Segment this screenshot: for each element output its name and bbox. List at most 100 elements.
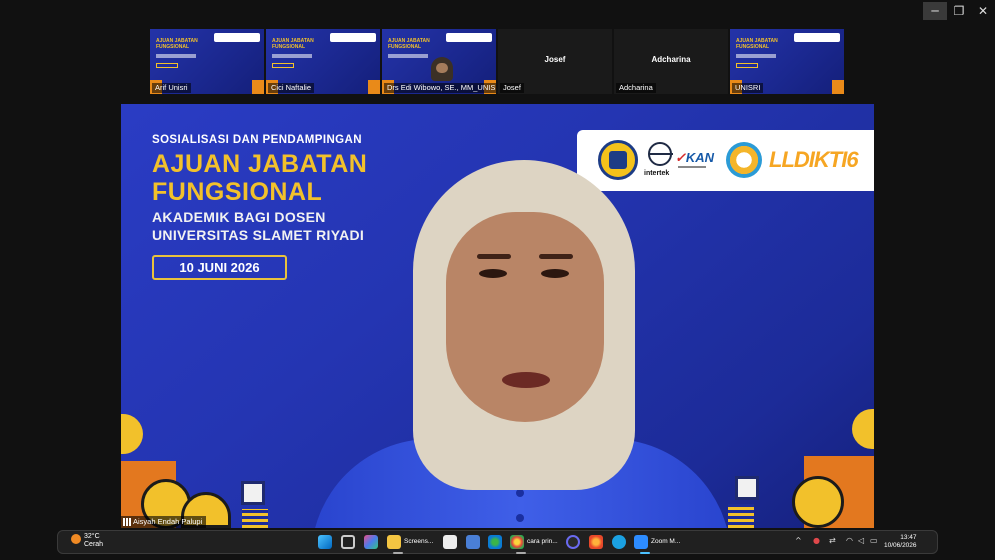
participant-name: UNISRI (732, 83, 764, 93)
slide-thumbnail-date (736, 63, 758, 68)
participant-name: Cici Naftalie (268, 83, 315, 93)
participant-tile[interactable]: AJUAN JABATAN FUNGSIONAL UNISRI (730, 29, 844, 94)
speaker-name-text: Aisyah Endah Palupi (133, 517, 203, 526)
slide-decoration (735, 476, 759, 500)
speaker-face (446, 212, 604, 422)
app-icon[interactable] (566, 535, 580, 549)
file-explorer-icon[interactable] (387, 535, 401, 549)
photos-icon[interactable] (443, 535, 457, 549)
participant-name: Arif Unisri (152, 83, 191, 93)
kan-logo: ✓KAN (675, 150, 715, 165)
participant-display-name: Adcharina (651, 55, 691, 64)
slide-thumbnail-subtitle (736, 54, 776, 58)
slide-thumbnail-title: AJUAN JABATAN FUNGSIONAL (736, 38, 778, 50)
slide-title: AJUAN JABATAN FUNGSIONAL (152, 150, 367, 206)
speaker-figure (399, 154, 639, 528)
battery-icon[interactable]: ▭ (870, 536, 878, 545)
clock-time: 13:47 (900, 534, 917, 541)
chrome-icon[interactable] (510, 535, 524, 549)
active-speaker-video[interactable]: SOSIALISASI DAN PENDAMPINGAN AJUAN JABAT… (121, 104, 874, 528)
clock[interactable]: 13:47 10/06/2026 (884, 534, 917, 550)
weather-widget[interactable]: 32°C Cerah (84, 533, 103, 549)
participant-tile[interactable]: AJUAN JABATAN FUNGSIONAL Drs Edi Wibowo, … (382, 29, 496, 94)
taskbar-app-label[interactable]: Screens... (404, 538, 433, 545)
participant-tile[interactable]: AJUAN JABATAN FUNGSIONAL Cici Naftalie (266, 29, 380, 94)
participant-tile[interactable]: AJUAN JABATAN FUNGSIONAL Arif Unisri (150, 29, 264, 94)
participant-name: Drs Edi Wibowo, SE., MM_UNISRI (384, 83, 496, 93)
participant-video (431, 57, 453, 81)
participant-tile[interactable]: Adcharina Adcharina (614, 29, 728, 94)
participant-display-name: Josef (544, 55, 566, 64)
participant-tile[interactable]: Josef Josef (498, 29, 612, 94)
participant-name: Adcharina (616, 83, 656, 93)
slide-decoration (121, 414, 143, 454)
minimize-button[interactable]: ─ (923, 2, 947, 20)
close-button[interactable]: ✕ (971, 2, 995, 20)
kan-logo-text: KAN (685, 150, 715, 165)
slide-logo-strip (330, 33, 376, 42)
speaker-brow (477, 254, 511, 259)
slide-kicker: SOSIALISASI DAN PENDAMPINGAN (152, 134, 362, 146)
slide-decoration (252, 80, 264, 94)
weather-condition: Cerah (84, 541, 104, 548)
slide-subtitle-line: AKADEMIK BAGI DOSEN (152, 209, 326, 225)
running-indicator (640, 552, 650, 554)
telegram-icon[interactable] (612, 535, 626, 549)
wifi-icon[interactable]: ◠ (846, 536, 853, 545)
slide-logo-strip (446, 33, 492, 42)
speaker-eye (479, 269, 507, 278)
slide-thumbnail-date (156, 63, 178, 68)
slide-title-line: FUNGSIONAL (152, 178, 323, 206)
slide-thumbnail-date (272, 63, 294, 68)
zoom-icon[interactable] (634, 535, 648, 549)
lldikti-logo-text: LLDIKTI6 (769, 147, 859, 172)
antivirus-icon[interactable]: ● (813, 536, 820, 545)
weather-temp: 32°C (84, 533, 100, 540)
edge-icon[interactable] (488, 535, 502, 549)
running-indicator (516, 552, 526, 554)
copilot-icon[interactable] (364, 535, 378, 549)
firefox-icon[interactable] (589, 535, 603, 549)
network-share-icon[interactable]: ⇄ (829, 536, 836, 545)
slide-thumbnail-subtitle (388, 54, 428, 58)
slide-thumbnail-title: AJUAN JABATAN FUNGSIONAL (388, 38, 430, 50)
slide-subtitle: AKADEMIK BAGI DOSEN UNIVERSITAS SLAMET R… (152, 208, 364, 244)
speaker-mouth (502, 372, 550, 388)
slide-logo-strip (794, 33, 840, 42)
clock-date: 10/06/2026 (884, 542, 917, 549)
running-indicator (393, 552, 403, 554)
zoom-meeting-window: ─ ❐ ✕ AJUAN JABATAN FUNGSIONAL Arif Unisr… (0, 0, 995, 560)
slide-logo-strip (214, 33, 260, 42)
globe-logo-icon (648, 142, 673, 166)
slide-decoration (242, 509, 268, 528)
slide-thumbnail-title: AJUAN JABATAN FUNGSIONAL (272, 38, 314, 50)
volume-icon[interactable]: ◁ (858, 536, 864, 545)
slide-thumbnail-subtitle (156, 54, 196, 58)
emblem-logo-icon (726, 142, 762, 178)
slide-decoration (792, 476, 844, 528)
store-icon[interactable] (466, 535, 480, 549)
tray-chevron-icon[interactable]: ^ (795, 536, 802, 545)
participant-name: Josef (500, 83, 524, 93)
taskbar-app-label[interactable]: Zoom M... (651, 538, 680, 545)
slide-decoration (728, 504, 754, 528)
slide-thumbnail-title: AJUAN JABATAN FUNGSIONAL (156, 38, 198, 50)
slide-title-line: AJUAN JABATAN (152, 150, 368, 178)
taskbar-app-label[interactable]: cara prin... (527, 538, 558, 545)
restore-button[interactable]: ❐ (947, 2, 971, 20)
start-icon[interactable] (318, 535, 332, 549)
intertek-logo-text: intertek (644, 170, 670, 177)
speaker-brow (539, 254, 573, 259)
task-view-icon[interactable] (341, 535, 355, 549)
slide-decoration (368, 80, 380, 94)
taskbar: 32°C Cerah Screens... cara prin... Zoom … (57, 530, 938, 554)
active-speaker-name: Aisyah Endah Palupi (121, 516, 207, 528)
slide-decoration (852, 409, 874, 449)
slide-decoration (241, 481, 265, 505)
signal-icon (123, 518, 131, 527)
slide-decoration (832, 80, 844, 94)
slide-subtitle-line: UNIVERSITAS SLAMET RIYADI (152, 227, 365, 243)
weather-icon[interactable] (71, 534, 81, 544)
slide-thumbnail-subtitle (272, 54, 312, 58)
kan-logo-underline (678, 166, 706, 168)
